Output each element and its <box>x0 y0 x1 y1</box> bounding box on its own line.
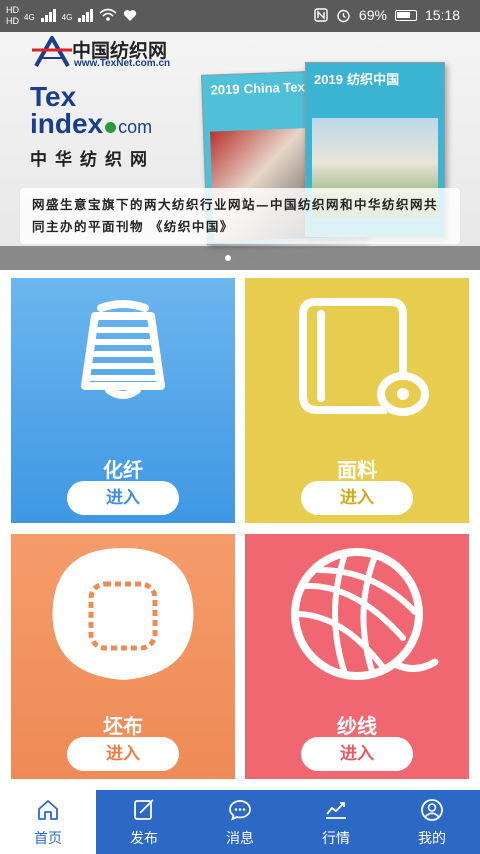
net1-label: 4G <box>24 13 35 22</box>
message-icon <box>229 800 251 821</box>
signal-indicators: 4G 4G <box>24 8 137 22</box>
status-right: 69% 15:18 <box>314 7 460 23</box>
category-grid: 化纤 进入 面料 进入 坯布 进入 纱线 进入 <box>0 270 480 790</box>
nav-item-publish[interactable]: 发布 <box>96 790 192 854</box>
alarm-icon <box>337 9 350 22</box>
category-card-chemical-fiber[interactable]: 化纤 进入 <box>11 278 235 523</box>
sim2-label: HD <box>6 16 19 26</box>
magazine-2-header: 2019 纺织中国 <box>306 63 444 88</box>
banner-carousel[interactable]: 中国纺织网 www.TexNet.com.cn Tex index com 中华纺… <box>0 32 480 270</box>
carousel-dot-active[interactable] <box>225 255 231 261</box>
category-label: 纱线 <box>337 714 377 738</box>
market-chart-icon <box>326 802 346 819</box>
nav-item-home[interactable]: 首页 <box>0 790 96 854</box>
texindex-tex: Tex <box>30 81 77 112</box>
magazine-2-title: 纺织中国 <box>347 72 400 87</box>
clock: 15:18 <box>424 7 460 23</box>
enter-button[interactable]: 进入 <box>67 481 179 515</box>
category-card-fabric[interactable]: 面料 进入 <box>245 278 469 523</box>
texindex-cn: 中华纺织网 <box>30 150 155 170</box>
health-heart-icon <box>124 10 137 21</box>
home-icon <box>38 800 58 820</box>
wifi-icon <box>99 8 117 21</box>
nav-label: 发布 <box>130 831 158 847</box>
sim-indicators: HD HD <box>6 5 19 27</box>
category-label: 面料 <box>337 458 377 482</box>
texnet-emblem-icon <box>32 33 72 67</box>
battery-percent: 69% <box>358 7 387 23</box>
texnet-logo: 中国纺织网 www.TexNet.com.cn <box>32 33 170 74</box>
fabric-roll-icon <box>299 298 429 416</box>
texnet-logo-url: www.TexNet.com.cn <box>74 58 171 69</box>
green-dot-icon <box>105 122 117 133</box>
status-bar: HD HD 4G 4G 69% 15:18 <box>0 0 480 32</box>
texindex-com: com <box>118 117 153 137</box>
carousel-dot[interactable] <box>237 255 243 261</box>
cloth-patch-icon <box>52 548 194 680</box>
magazine-2-year: 2019 <box>314 72 343 87</box>
texindex-logo: Tex index com 中华纺织网 <box>30 81 180 171</box>
texindex-index: index <box>30 108 104 139</box>
category-label: 坯布 <box>103 714 143 738</box>
carousel-indicator <box>0 246 480 270</box>
yarn-ball-icon <box>291 548 439 680</box>
nav-label: 行情 <box>322 831 350 847</box>
category-label: 化纤 <box>103 458 143 482</box>
enter-button[interactable]: 进入 <box>67 737 179 771</box>
signal-icon <box>40 9 56 22</box>
yarn-spool-icon <box>81 300 165 399</box>
category-card-greige[interactable]: 坯布 进入 <box>11 534 235 779</box>
carousel-dot[interactable] <box>249 255 255 261</box>
enter-button[interactable]: 进入 <box>301 737 413 771</box>
nav-label: 我的 <box>418 831 446 847</box>
profile-icon <box>421 799 443 821</box>
publish-icon <box>134 799 154 820</box>
sim1-label: HD <box>6 5 19 15</box>
category-card-yarn[interactable]: 纱线 进入 <box>245 534 469 779</box>
signal-icon <box>78 9 94 22</box>
nav-item-market[interactable]: 行情 <box>288 790 384 854</box>
battery-icon <box>394 9 417 21</box>
net2-label: 4G <box>61 13 73 22</box>
nav-item-profile[interactable]: 我的 <box>384 790 480 854</box>
nav-label: 消息 <box>226 831 254 847</box>
nav-label: 首页 <box>34 831 62 847</box>
texindex-index-line: index com <box>30 110 180 141</box>
bottom-nav: 首页 发布 消息 行情 我的 <box>0 790 480 854</box>
enter-button[interactable]: 进入 <box>301 481 413 515</box>
nfc-icon <box>314 8 328 22</box>
nav-item-messages[interactable]: 消息 <box>192 790 288 854</box>
magazine-1-year: 2019 <box>210 81 240 98</box>
banner-caption: 网盛生意宝旗下的两大纺织行业网站—中国纺织网和中华纺织网共同主办的平面刊物 《纺… <box>20 188 460 244</box>
